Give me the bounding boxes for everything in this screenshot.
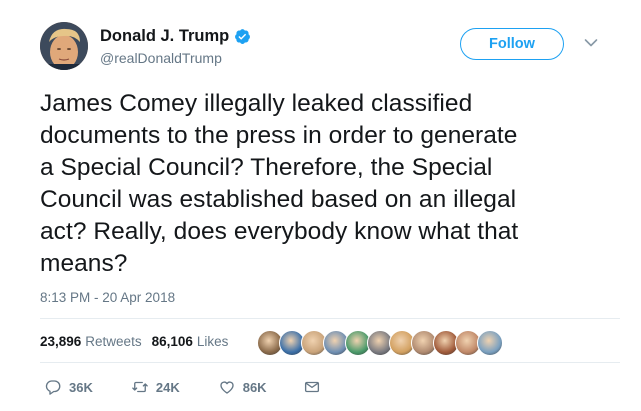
likes-count[interactable]: 86,106 xyxy=(152,334,193,349)
divider xyxy=(40,362,620,363)
likes-label[interactable]: Likes xyxy=(197,334,229,349)
verified-badge-icon xyxy=(235,28,251,44)
divider xyxy=(40,318,620,319)
liker-avatar[interactable] xyxy=(477,330,503,356)
heart-icon xyxy=(220,381,234,394)
chevron-down-icon[interactable] xyxy=(584,38,598,48)
reply-action[interactable]: 36K xyxy=(44,378,93,396)
author-handle[interactable]: @realDonaldTrump xyxy=(100,50,222,66)
tweet-actions: 36K 24K 86K xyxy=(44,378,321,396)
retweet-action[interactable]: 24K xyxy=(131,378,180,396)
tweet-card: Donald J. Trump @realDonaldTrump Follow … xyxy=(0,0,641,411)
author-row: Donald J. Trump xyxy=(100,26,251,46)
retweets-label[interactable]: Retweets xyxy=(85,334,141,349)
avatar[interactable] xyxy=(40,22,88,70)
retweet-icon xyxy=(132,381,148,393)
reply-icon xyxy=(45,380,61,395)
envelope-icon xyxy=(304,381,319,393)
direct-message-action[interactable] xyxy=(303,378,321,396)
reply-count: 36K xyxy=(69,379,93,395)
tweet-stats: 23,896 Retweets 86,106 Likes xyxy=(40,334,238,349)
tweet-text: James Comey illegally leaked classified … xyxy=(40,90,519,277)
avatar-image xyxy=(40,22,88,70)
like-count: 86K xyxy=(242,379,267,395)
retweets-count[interactable]: 23,896 xyxy=(40,334,81,349)
like-action[interactable]: 86K xyxy=(218,378,267,396)
retweet-count: 24K xyxy=(155,379,180,395)
tweet-timestamp[interactable]: 8:13 PM - 20 Apr 2018 xyxy=(40,290,175,305)
follow-button[interactable]: Follow xyxy=(460,28,564,60)
author-name[interactable]: Donald J. Trump xyxy=(100,27,229,46)
